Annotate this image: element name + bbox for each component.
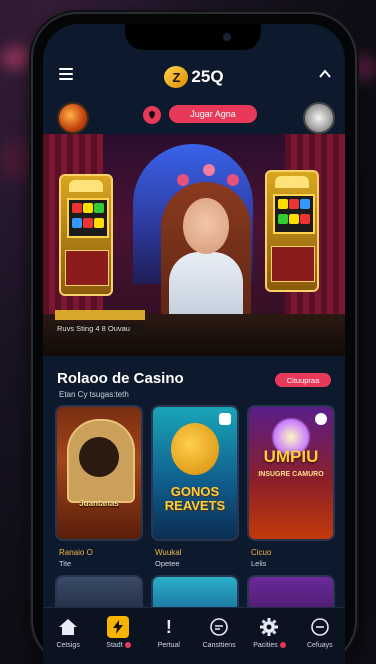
game-art-text: UMPIU bbox=[263, 447, 319, 466]
tab-pertual[interactable]: ! Pertual bbox=[144, 616, 194, 650]
promo-subtitle: Ruvs Sting 4 8 Ouvau bbox=[55, 324, 143, 334]
game-art bbox=[79, 437, 119, 477]
game-title: Wuukal bbox=[155, 548, 182, 557]
gear-icon bbox=[258, 616, 280, 638]
game-title: Cicuo bbox=[251, 548, 272, 557]
home-icon bbox=[57, 616, 79, 638]
promo-box: Ruvs Sting 4 8 Ouvau bbox=[55, 310, 145, 348]
tab-label: Cetsigs bbox=[56, 642, 80, 649]
logo-text: 25Q bbox=[191, 67, 224, 86]
game-subtitle: Opetee bbox=[155, 559, 180, 568]
tab-cansttiens[interactable]: Cansttiens bbox=[194, 616, 244, 649]
game-card[interactable]: Juantanas bbox=[57, 407, 141, 539]
lightning-icon bbox=[107, 616, 130, 638]
join-button[interactable]: Jugar Agna bbox=[169, 105, 257, 123]
slot-machine bbox=[265, 170, 319, 292]
hero-banner[interactable]: Ruvs Sting 4 8 Ouvau bbox=[43, 134, 345, 356]
chat-icon bbox=[208, 616, 230, 638]
badge-dot bbox=[279, 642, 286, 649]
tab-label: Stadt bbox=[106, 642, 123, 649]
location-pin-icon[interactable] bbox=[143, 106, 161, 124]
tab-stadt[interactable]: Stadt bbox=[93, 616, 143, 649]
tab-cetsigs[interactable]: Cetsigs bbox=[43, 616, 93, 649]
game-art-text: GONOS REAVETS bbox=[164, 484, 226, 513]
notch bbox=[125, 24, 261, 50]
notification-badge bbox=[315, 413, 327, 425]
game-art-text: Juantanas bbox=[79, 499, 119, 508]
game-card[interactable]: GONOS REAVETS bbox=[153, 407, 237, 539]
host-face bbox=[183, 198, 229, 254]
hamburger-icon[interactable] bbox=[59, 68, 73, 80]
tab-label: Cefuays bbox=[306, 642, 333, 649]
top-bar: Z 25Q bbox=[43, 54, 345, 100]
background-glow bbox=[0, 140, 34, 180]
game-title: Ranaio O bbox=[59, 548, 93, 557]
flower-icon bbox=[227, 174, 239, 186]
tab-pacities[interactable]: Pacities bbox=[244, 616, 294, 649]
promo-title bbox=[55, 310, 145, 320]
app-logo[interactable]: Z 25Q bbox=[164, 66, 224, 88]
game-art bbox=[171, 423, 219, 475]
section-title: Rolaoo de Casino bbox=[57, 370, 184, 387]
flower-icon bbox=[177, 174, 189, 186]
badge-dot bbox=[124, 642, 131, 649]
tab-label: Pertual bbox=[157, 642, 180, 649]
slot-machine bbox=[59, 174, 113, 296]
tab-label: Cansttiens bbox=[202, 642, 236, 649]
game-art-subtext: INSUGRE CAMURO bbox=[258, 471, 324, 478]
phone-frame: Z 25Q Jugar Agna Ruvs Sting 4 8 Ouvau Ro… bbox=[33, 14, 355, 664]
roulette-avatar[interactable] bbox=[303, 102, 335, 134]
chat-bubble-icon bbox=[309, 616, 331, 638]
section-subtitle: Etan Cy tsugas:teth bbox=[59, 390, 129, 399]
game-card[interactable]: UMPIU INSUGRE CAMURO bbox=[249, 407, 333, 539]
bottom-tab-bar: Cetsigs Stadt ! Pertual Cansttiens Pacit… bbox=[43, 607, 345, 664]
background-glow bbox=[2, 48, 30, 68]
game-subtitle: Lelis bbox=[251, 559, 267, 568]
tab-cefuays[interactable]: Cefuays bbox=[295, 616, 345, 649]
camera-icon bbox=[223, 33, 231, 41]
chevron-up-icon[interactable] bbox=[319, 66, 331, 82]
app-screen: Z 25Q Jugar Agna Ruvs Sting 4 8 Ouvau Ro… bbox=[43, 24, 345, 664]
game-subtitle: Tite bbox=[59, 559, 72, 568]
tab-label: Pacities bbox=[253, 642, 278, 649]
notification-badge bbox=[219, 413, 231, 425]
avatar[interactable] bbox=[57, 102, 89, 134]
flower-icon bbox=[203, 164, 215, 176]
alert-icon: ! bbox=[165, 616, 172, 637]
logo-mark: Z bbox=[164, 66, 189, 88]
see-more-button[interactable]: Cituupraa bbox=[275, 373, 331, 387]
